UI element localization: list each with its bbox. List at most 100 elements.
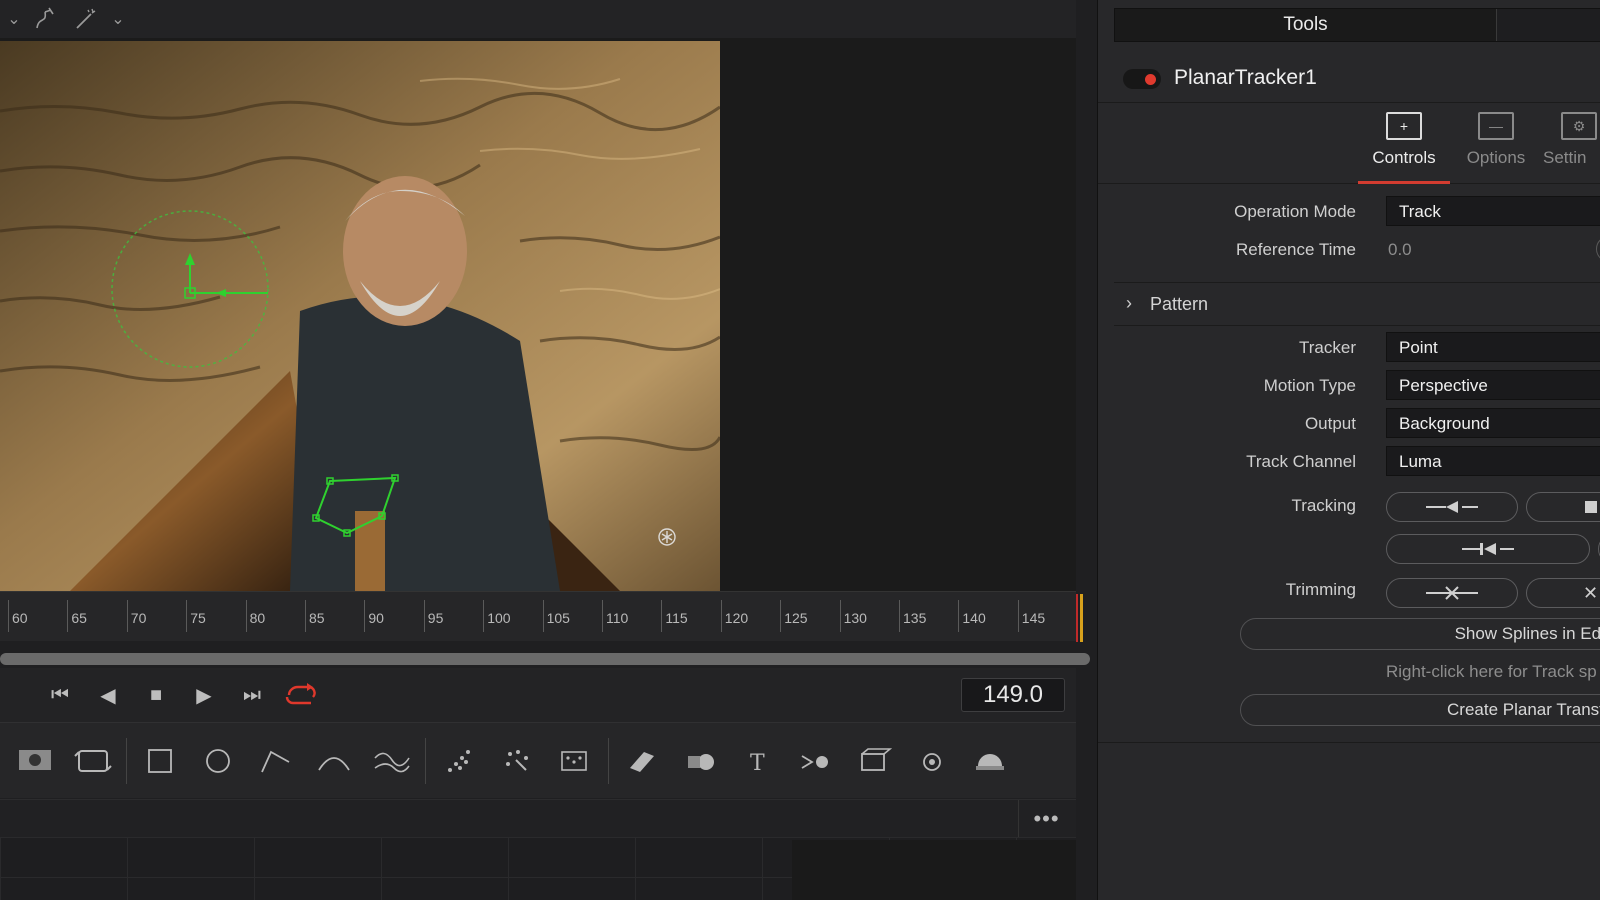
camera-3d-icon[interactable] — [845, 736, 903, 786]
fusion-app: ⌄ ⌄ 60 65 70 75 80 85 90 95 100 105 110 … — [0, 0, 1600, 900]
motion-type-dropdown[interactable]: Perspective — [1386, 370, 1600, 400]
ruler-tick — [186, 600, 188, 632]
output-label: Output — [1304, 414, 1356, 433]
clear-trim-button[interactable]: ✕ — [1526, 578, 1600, 608]
ruler-tick — [126, 600, 128, 632]
track-backward-from-end-button[interactable] — [1386, 534, 1590, 564]
rectangle-mask-icon[interactable] — [131, 736, 189, 786]
divider — [1098, 742, 1600, 743]
pattern-section[interactable]: › Pattern — [1114, 282, 1600, 326]
node-enable-toggle[interactable] — [1123, 69, 1161, 89]
track-channel-label: Track Channel — [1246, 452, 1356, 471]
ruler-tick-label: 85 — [309, 610, 325, 626]
set-reference-button[interactable] — [1596, 236, 1600, 262]
go-to-end-icon[interactable]: ⏭ — [228, 675, 276, 715]
tab-controls-label: Controls — [1372, 148, 1436, 167]
polygon-mask-icon[interactable] — [247, 736, 305, 786]
track-channel-dropdown[interactable]: Luma — [1386, 446, 1600, 476]
svg-text:T: T — [750, 751, 765, 776]
ruler-tick — [67, 600, 69, 632]
reference-time-value[interactable]: 0.0 — [1388, 240, 1412, 260]
playhead[interactable] — [1080, 594, 1083, 642]
operation-mode-label: Operation Mode — [1234, 202, 1356, 221]
chevron-down-icon[interactable]: ⌄ — [2, 1, 26, 37]
operation-mode-dropdown[interactable]: Track — [1386, 196, 1600, 226]
merge-3d-icon[interactable] — [787, 736, 845, 786]
bspline-mask-icon[interactable] — [305, 736, 363, 786]
tab-tools[interactable]: Tools — [1115, 9, 1497, 41]
create-planar-transform-button[interactable]: Create Planar Transfor — [1240, 694, 1600, 726]
ruler-tick-label: 145 — [1021, 610, 1046, 626]
transport-controls: ⏮ ◀ ■ ▶ ⏭ 149.0 — [0, 668, 1076, 722]
spline-tool-icon[interactable] — [26, 1, 66, 37]
background-tool-icon[interactable] — [6, 736, 64, 786]
ellipse-mask-icon[interactable] — [189, 736, 247, 786]
chevron-down-icon[interactable]: ⌄ — [106, 1, 130, 37]
tab-settings[interactable]: ⚙ Settin — [1543, 112, 1600, 182]
spotlight-3d-icon[interactable] — [903, 736, 961, 786]
text-3d-icon[interactable]: T — [729, 736, 787, 786]
ruler-tick-label: 110 — [606, 610, 629, 626]
viewer[interactable] — [0, 38, 1076, 591]
timecode-display[interactable]: 149.0 — [961, 678, 1065, 712]
ruler-tick — [780, 600, 782, 632]
particle-render-icon[interactable] — [488, 736, 546, 786]
tab-options[interactable]: — Options — [1450, 112, 1542, 182]
loop-icon[interactable] — [276, 675, 324, 715]
image-plane-3d-icon[interactable] — [613, 736, 671, 786]
ruler-tick — [542, 600, 544, 632]
options-icon: — — [1478, 112, 1514, 140]
separator — [126, 737, 127, 784]
more-options-icon[interactable]: ••• — [1018, 800, 1074, 838]
tab-controls[interactable]: + Controls — [1358, 112, 1450, 184]
inspector-tab-bar: Tools — [1114, 8, 1600, 42]
paint-mask-icon[interactable] — [363, 736, 421, 786]
timeline-ruler[interactable]: 60 65 70 75 80 85 90 95 100 105 110 115 120 125 130 135… — [0, 591, 1076, 641]
particle-merge-icon[interactable] — [546, 736, 604, 786]
step-back-icon[interactable]: ◀ — [84, 675, 132, 715]
tab-options-label: Options — [1466, 148, 1526, 167]
ruler-tick-label: 95 — [427, 610, 444, 626]
ruler-tick-label: 130 — [843, 610, 867, 626]
track-spline-hint[interactable]: Right-click here for Track sp — [1386, 662, 1597, 682]
stop-tracking-button[interactable] — [1526, 492, 1600, 522]
ruler-tick-label: 120 — [724, 610, 749, 626]
ruler-tick-label: 100 — [487, 610, 511, 626]
ruler-tick-label: 60 — [12, 610, 28, 626]
tracking-row: Tracking — [1098, 490, 1600, 524]
reference-time-label: Reference Time — [1236, 240, 1356, 259]
ruler-tick — [958, 600, 960, 632]
ruler-tick — [245, 600, 247, 632]
tracker-label: Tracker — [1299, 338, 1356, 357]
settings-icon: ⚙ — [1561, 112, 1597, 140]
reference-time-row: Reference Time 0.0 — [1098, 234, 1600, 268]
close-icon: ✕ — [1583, 582, 1599, 603]
separator — [608, 737, 609, 784]
show-splines-label: Show Splines in Edito — [1454, 624, 1600, 643]
output-dropdown[interactable]: Background — [1386, 408, 1600, 438]
viewer-image[interactable] — [0, 41, 720, 591]
show-splines-button[interactable]: Show Splines in Edito — [1240, 618, 1600, 650]
ruler-tick — [305, 600, 306, 632]
particle-emitter-icon[interactable] — [430, 736, 488, 786]
ruler-tick — [483, 600, 485, 632]
ruler-tick-label: 65 — [71, 610, 87, 626]
track-channel-row: Track Channel Luma — [1098, 446, 1600, 480]
trim-backward-button[interactable] — [1386, 578, 1518, 608]
track-backward-button[interactable] — [1386, 492, 1518, 522]
renderer-3d-icon[interactable] — [961, 736, 1019, 786]
motion-type-row: Motion Type Perspective — [1098, 370, 1600, 404]
ruler-tick — [899, 600, 900, 632]
magic-wand-icon[interactable] — [66, 1, 106, 37]
tracker-dropdown[interactable]: Point — [1386, 332, 1600, 362]
scrub-bar[interactable] — [0, 653, 1090, 665]
end-marker — [1076, 594, 1078, 642]
play-icon[interactable]: ▶ — [180, 675, 228, 715]
stop-icon[interactable]: ■ — [132, 675, 180, 715]
ruler-tick — [839, 600, 841, 632]
shape-3d-icon[interactable] — [671, 736, 729, 786]
ruler-tick-label: 75 — [190, 610, 206, 626]
go-to-start-icon[interactable]: ⏮ — [36, 675, 84, 715]
transform-tool-icon[interactable] — [64, 736, 122, 786]
trimming-label: Trimming — [1285, 580, 1356, 599]
